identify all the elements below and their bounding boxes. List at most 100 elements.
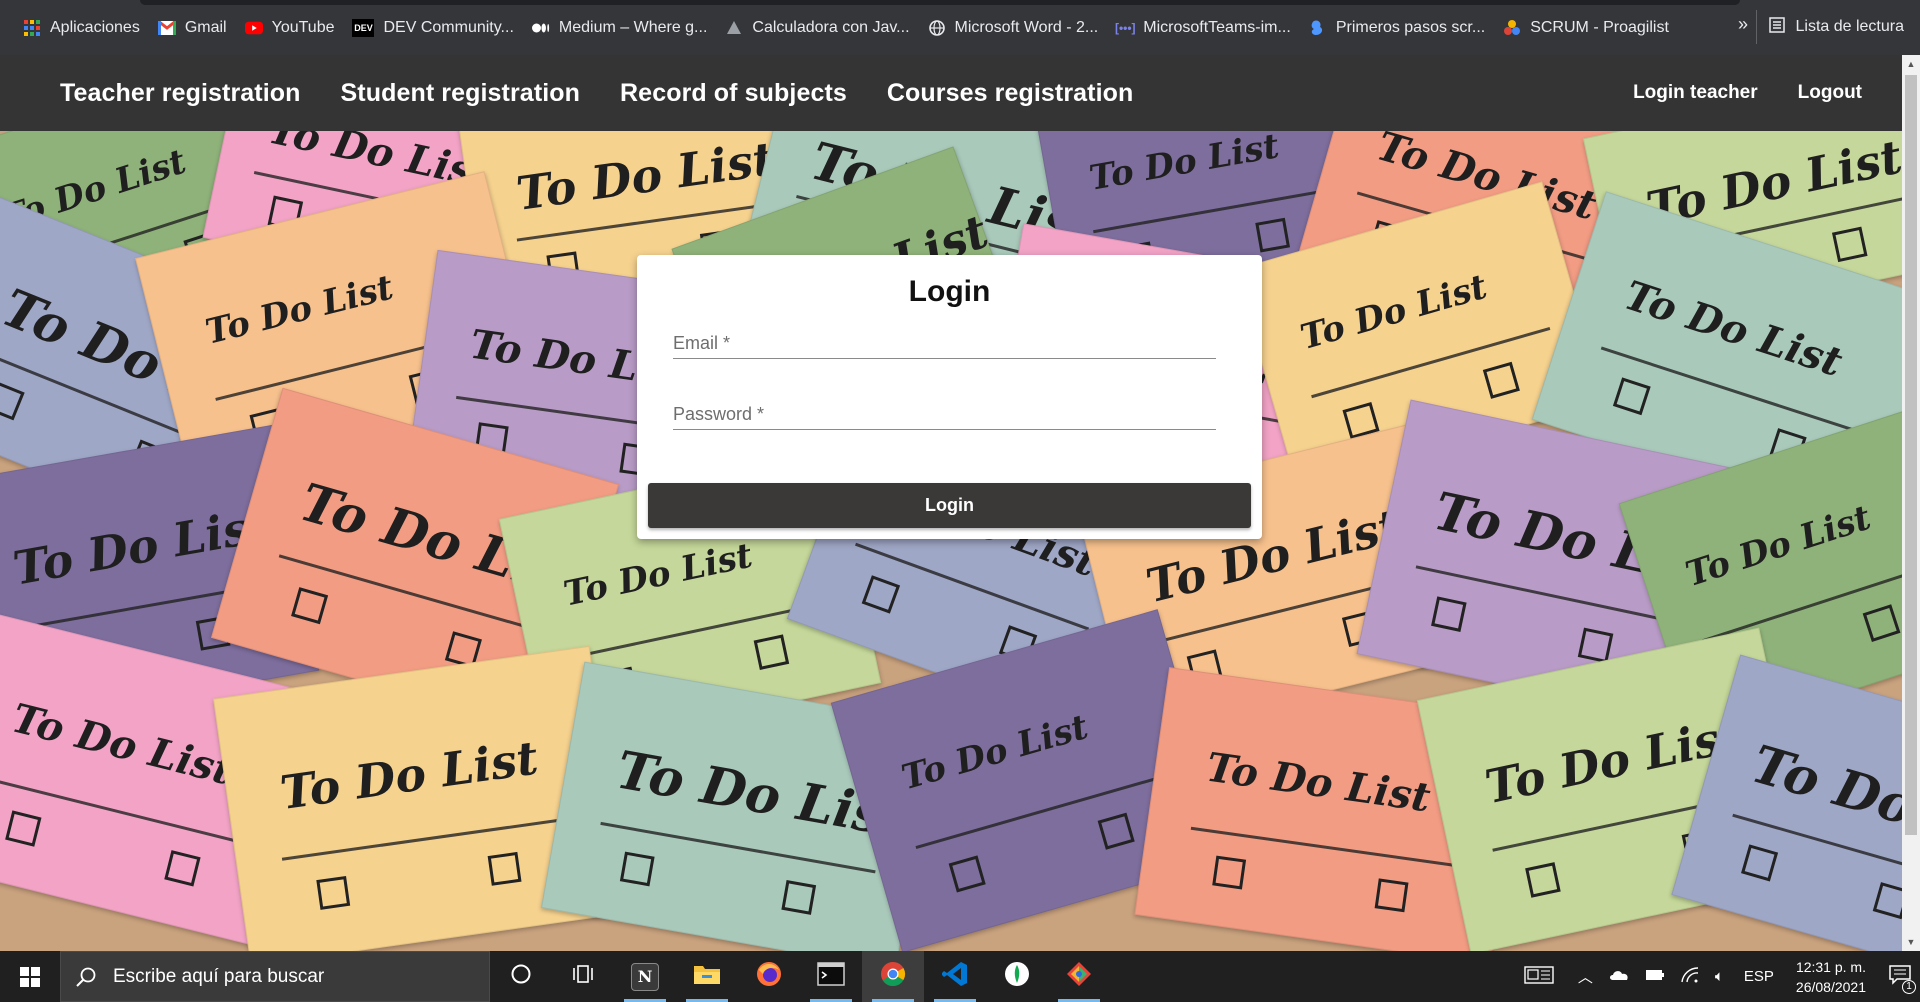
sticky-note-text: To Do List <box>1296 266 1492 358</box>
sticky-note-text: To Do List <box>1086 131 1283 199</box>
windows-logo-icon <box>20 966 40 987</box>
scroll-down-arrow-icon[interactable]: ▼ <box>1906 937 1916 947</box>
nav-main-links: Teacher registration Student registratio… <box>0 79 1173 108</box>
bookmark-gmail[interactable]: Gmail <box>149 11 236 45</box>
task-view-button[interactable] <box>552 951 614 1002</box>
sticky-note-text: To Do List <box>897 707 1093 799</box>
cortana-button[interactable] <box>490 951 552 1002</box>
bookmark-dev[interactable]: DEV DEV Community... <box>343 11 522 45</box>
sticky-note-text: To Do List <box>277 730 542 821</box>
apps-grid-icon <box>23 19 41 37</box>
password-field-wrapper <box>673 396 1216 430</box>
battery-icon[interactable] <box>1645 968 1665 985</box>
sticky-note-text: To Do List <box>1619 271 1848 386</box>
sticky-note-text: To Do List <box>1681 498 1876 596</box>
sticky-note-checkbox <box>1430 596 1467 632</box>
bookmark-label: DEV Community... <box>383 18 514 36</box>
gmail-icon <box>157 19 176 37</box>
sticky-note-checkbox <box>1482 361 1520 400</box>
bookmark-scrum[interactable]: SCRUM - Proagilist <box>1494 11 1678 45</box>
sticky-note-text: To Do List <box>1203 744 1434 822</box>
sticky-note-checkbox <box>164 849 201 887</box>
sticky-note-checkbox <box>1097 812 1135 850</box>
page-scrollbar[interactable]: ▲ ▼ <box>1902 55 1920 951</box>
bookmark-aplicaciones[interactable]: Aplicaciones <box>14 11 149 45</box>
bookmark-medium[interactable]: Medium – Where g... <box>523 11 717 45</box>
file-explorer-icon <box>693 962 721 991</box>
sticky-note-checkbox <box>1612 377 1651 416</box>
chevron-up-icon[interactable]: ︿ <box>1578 966 1593 987</box>
taskbar-app-terminal[interactable] <box>800 951 862 1002</box>
onedrive-cloud-icon[interactable] <box>1609 968 1629 985</box>
taskbar-app-firefox[interactable] <box>738 951 800 1002</box>
git-kraken-icon <box>1065 960 1093 993</box>
bookmark-teams[interactable]: [•••] MicrosoftTeams-im... <box>1107 11 1300 45</box>
bookmark-label: MicrosoftTeams-im... <box>1143 18 1291 36</box>
language-indicator[interactable]: ESP <box>1744 968 1774 985</box>
sticky-note-checkbox <box>488 851 522 886</box>
nav-link-courses-registration[interactable]: Courses registration <box>887 79 1134 108</box>
bookmark-calculadora[interactable]: Calculadora con Jav... <box>716 11 918 45</box>
login-button[interactable]: Login <box>648 483 1251 528</box>
sticky-note-checkbox <box>753 634 790 671</box>
sticky-note-checkbox <box>948 855 986 893</box>
bookmark-word[interactable]: Microsoft Word - 2... <box>919 11 1108 45</box>
taskbar-search-box[interactable]: Escribe aquí para buscar <box>60 951 490 1002</box>
email-field[interactable] <box>673 325 1216 358</box>
clock-time: 12:31 p. m. <box>1795 958 1866 975</box>
more-bookmarks-button[interactable]: » <box>1738 14 1748 35</box>
firefox-icon <box>755 960 783 993</box>
bookmark-label: Aplicaciones <box>50 18 140 36</box>
taskbar-app-vscode[interactable] <box>924 951 986 1002</box>
news-widget-icon[interactable] <box>1524 965 1554 988</box>
wifi-icon[interactable] <box>1681 966 1699 987</box>
notification-count-badge: 1 <box>1902 980 1916 994</box>
scratch-icon <box>1309 19 1327 37</box>
sticky-note-checkbox <box>1374 877 1409 912</box>
dev-icon: DEV <box>352 18 375 37</box>
nav-link-logout[interactable]: Logout <box>1798 82 1862 104</box>
nav-link-login-teacher[interactable]: Login teacher <box>1633 82 1758 104</box>
password-field[interactable] <box>673 396 1216 429</box>
email-field-wrapper <box>673 325 1216 359</box>
sticky-note-checkbox <box>781 879 817 915</box>
chrome-icon <box>879 960 907 993</box>
nav-link-teacher-registration[interactable]: Teacher registration <box>60 79 301 108</box>
scrum-icon <box>1503 19 1521 37</box>
top-navbar: Teacher registration Student registratio… <box>0 55 1902 131</box>
scrollbar-thumb[interactable] <box>1905 75 1917 835</box>
taskbar-app-chrome[interactable] <box>862 951 924 1002</box>
taskbar-app-git-kraken[interactable] <box>1048 951 1110 1002</box>
clock[interactable]: 12:31 p. m. 26/08/2021 <box>1796 957 1866 997</box>
taskbar-app-file-explorer[interactable] <box>676 951 738 1002</box>
login-title: Login <box>908 275 991 308</box>
system-tray: ︿ 🔈︎ ESP 12:31 p. m. 26/08/2021 1 <box>1516 951 1920 1002</box>
nav-link-record-of-subjects[interactable]: Record of subjects <box>620 79 847 108</box>
sticky-note-checkbox <box>315 875 350 910</box>
taskbar-app-notion[interactable]: N <box>614 951 676 1002</box>
scroll-up-arrow-icon[interactable]: ▲ <box>1906 59 1916 69</box>
sticky-note-checkbox <box>1862 603 1900 642</box>
sticky-note-text: To Do List <box>7 694 238 795</box>
search-placeholder: Escribe aquí para buscar <box>113 965 325 987</box>
sticky-note-checkbox <box>0 381 25 421</box>
bookmark-label: YouTube <box>271 18 335 36</box>
sticky-note-checkbox <box>1831 226 1868 262</box>
sticky-note-text: To Do List <box>201 267 398 354</box>
sticky-note-underline <box>282 816 575 861</box>
start-button[interactable] <box>0 951 60 1002</box>
sticky-note-checkbox <box>861 574 900 614</box>
bookmark-youtube[interactable]: YouTube <box>236 11 344 45</box>
nav-link-student-registration[interactable]: Student registration <box>341 79 581 108</box>
search-icon <box>75 966 97 988</box>
bookmark-scratch[interactable]: Primeros pasos scr... <box>1300 11 1494 45</box>
youtube-icon <box>244 19 263 37</box>
sticky-note-checkbox <box>1740 843 1778 881</box>
page-viewport: Teacher registration Student registratio… <box>0 55 1920 951</box>
volume-icon[interactable]: 🔈︎ <box>1715 968 1724 985</box>
bookmark-label: Gmail <box>184 18 227 36</box>
reading-list-button[interactable]: Lista de lectura <box>1756 10 1904 44</box>
sticky-note-underline <box>1092 189 1323 234</box>
notification-center-button[interactable]: 1 <box>1880 951 1920 1002</box>
taskbar-app-mongodb-compass[interactable] <box>986 951 1048 1002</box>
